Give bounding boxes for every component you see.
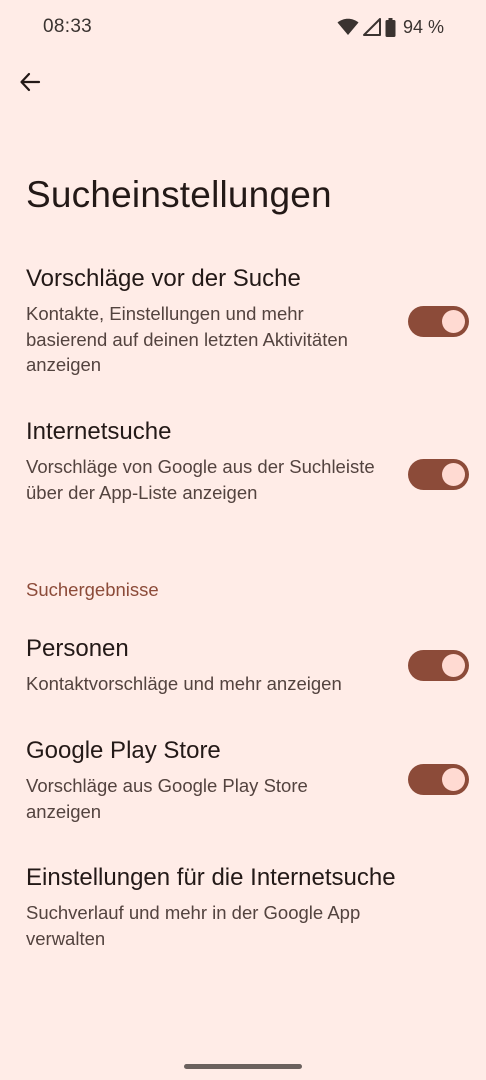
- page-title: Sucheinstellungen: [26, 174, 332, 215]
- setting-web-search[interactable]: Internetsuche Vorschläge von Google aus …: [0, 418, 486, 534]
- setting-title: Vorschläge vor der Suche: [26, 265, 301, 292]
- setting-title: Einstellungen für die Internetsuche: [26, 864, 396, 891]
- setting-title: Personen: [26, 635, 129, 662]
- toggle-switch[interactable]: [408, 306, 469, 337]
- wifi-icon: [337, 18, 359, 36]
- setting-description: Kontaktvorschläge und mehr anzeigen: [26, 673, 342, 694]
- battery-percentage: 94 %: [402, 16, 444, 37]
- toggle-switch[interactable]: [408, 459, 469, 490]
- gesture-nav-handle[interactable]: [184, 1064, 302, 1069]
- toggle-thumb: [442, 768, 465, 791]
- setting-description: Suchverlauf und mehr in der Google App v…: [26, 902, 361, 949]
- cell-signal-icon: [362, 18, 381, 36]
- setting-description: Vorschläge von Google aus der Suchleiste…: [26, 456, 375, 503]
- setting-people[interactable]: Personen Kontaktvorschläge und mehr anze…: [0, 635, 486, 699]
- toggle-thumb: [442, 463, 465, 486]
- setting-description: Kontakte, Einstellungen und mehr basiere…: [26, 303, 348, 375]
- setting-web-search-settings[interactable]: Einstellungen für die Internetsuche Such…: [0, 864, 486, 954]
- status-icons: 94 %: [337, 15, 444, 39]
- toggle-thumb: [442, 310, 465, 333]
- back-button[interactable]: [10, 64, 50, 104]
- status-time: 08:33: [43, 16, 93, 37]
- toggle-switch[interactable]: [408, 650, 469, 681]
- arrow-back-icon: [19, 71, 41, 98]
- section-header-search-results: Suchergebnisse: [26, 579, 159, 600]
- toggle-switch[interactable]: [408, 764, 469, 795]
- setting-suggestions-before-search[interactable]: Vorschläge vor der Suche Kontakte, Einst…: [0, 265, 486, 381]
- setting-description: Vorschläge aus Google Play Store anzeige…: [26, 775, 308, 822]
- setting-google-play-store[interactable]: Google Play Store Vorschläge aus Google …: [0, 737, 486, 827]
- toggle-thumb: [442, 654, 465, 677]
- setting-title: Google Play Store: [26, 737, 221, 764]
- battery-icon: [385, 17, 396, 37]
- setting-title: Internetsuche: [26, 418, 172, 445]
- status-bar: 08:33 94 %: [0, 0, 486, 56]
